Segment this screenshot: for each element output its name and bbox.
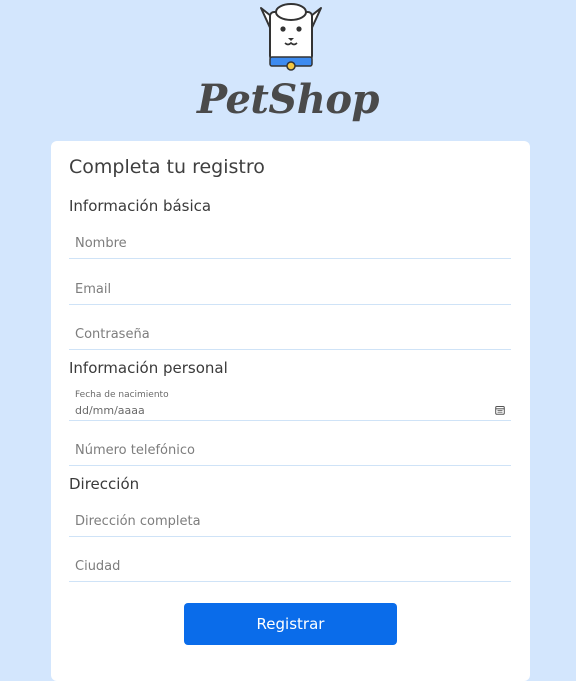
section-address: Dirección — [69, 475, 140, 493]
password-input[interactable] — [69, 319, 511, 349]
section-basic-info: Información básica — [69, 197, 212, 215]
password-field — [69, 314, 511, 350]
address-field — [69, 501, 511, 537]
name-field — [69, 223, 511, 259]
city-field — [69, 546, 511, 582]
dog-head-logo-icon — [260, 3, 322, 71]
section-personal-info: Información personal — [69, 359, 228, 377]
brand-name: PetShop — [196, 76, 380, 123]
address-input[interactable] — [69, 506, 511, 536]
registration-card: Completa tu registro Información básica … — [51, 141, 530, 681]
email-input[interactable] — [69, 274, 511, 304]
city-input[interactable] — [69, 551, 511, 581]
phone-field — [69, 430, 511, 466]
form-title: Completa tu registro — [69, 156, 265, 178]
name-input[interactable] — [69, 228, 511, 258]
phone-input[interactable] — [69, 435, 511, 465]
register-button[interactable]: Registrar — [184, 603, 397, 645]
email-field — [69, 269, 511, 305]
calendar-icon[interactable] — [495, 405, 505, 415]
birthdate-label: Fecha de nacimiento — [75, 390, 169, 400]
birthdate-value[interactable]: dd/mm/aaaa — [75, 404, 145, 417]
birthdate-field[interactable]: Fecha de nacimiento dd/mm/aaaa — [69, 385, 511, 421]
